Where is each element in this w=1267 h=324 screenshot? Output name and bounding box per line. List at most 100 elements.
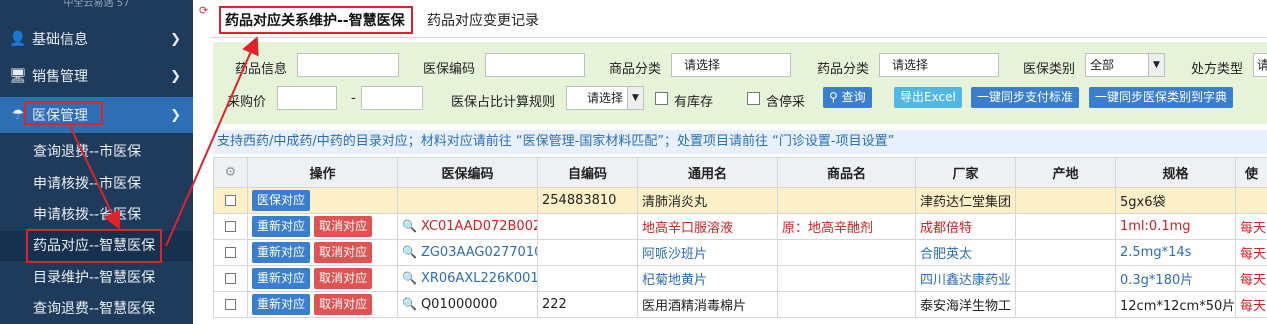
sidebar-item-basic-info[interactable]: 👤 基础信息 ❯ bbox=[0, 21, 193, 57]
ratio-rule-select[interactable]: 请选择 ▼ bbox=[566, 86, 644, 110]
prescription-type-select[interactable]: 请 bbox=[1253, 53, 1267, 77]
prescription-type-label: 处方类型 bbox=[1191, 62, 1244, 77]
sidebar-item-sales[interactable]: 🖥 销售管理 ❯ bbox=[0, 58, 193, 94]
product-category-select[interactable]: 请选择 bbox=[671, 53, 791, 77]
trade-name-cell bbox=[777, 291, 916, 318]
header-generic-name: 通用名 bbox=[637, 157, 778, 188]
table-row[interactable]: 重新对应 取消对应 🔍 XC01AAD072B002 地高辛口服溶液 原：地高辛酏剂 成都… bbox=[213, 213, 1267, 240]
remap-button[interactable]: 重新对应 bbox=[252, 242, 311, 263]
search-icon[interactable]: 🔍 bbox=[402, 297, 417, 311]
header-self-code: 自编码 bbox=[537, 157, 638, 188]
self-code-cell bbox=[537, 213, 638, 240]
origin-cell bbox=[1015, 291, 1116, 318]
trade-name-cell bbox=[777, 239, 916, 266]
drug-mapping-table: ⚙ 操作 医保编码 自编码 通用名 商品名 厂家 产地 规格 使 医保对应 254… bbox=[213, 157, 1267, 318]
insurance-code-cell bbox=[397, 187, 538, 214]
select-value: 请 bbox=[1257, 58, 1267, 72]
sync-payment-button[interactable]: 一键同步支付标准 bbox=[971, 87, 1080, 108]
remap-button[interactable]: 重新对应 bbox=[252, 294, 311, 315]
drug-category-select[interactable]: 请选择 bbox=[879, 53, 999, 77]
sync-category-button[interactable]: 一键同步医保类别到字典 bbox=[1089, 87, 1234, 108]
select-value: 请选择 bbox=[684, 58, 721, 72]
ratio-rule-label: 医保占比计算规则 bbox=[451, 95, 556, 110]
operation-cell: 重新对应 取消对应 bbox=[247, 213, 398, 240]
annotation-box bbox=[24, 101, 103, 125]
search-icon[interactable]: 🔍 bbox=[402, 219, 417, 233]
purchase-price-label: 采购价 bbox=[227, 95, 267, 110]
insurance-type-label: 医保类别 bbox=[1023, 62, 1076, 77]
table-row[interactable]: 重新对应 取消对应 🔍 XR06AXL226K001 杞菊地黄片 四川鑫达康药业 0.3g… bbox=[213, 265, 1267, 292]
generic-name-cell: 阿哌沙班片 bbox=[637, 239, 778, 266]
table-row[interactable]: 医保对应 254883810 清肺消炎丸 津药达仁堂集团 5gx6袋 bbox=[213, 187, 1267, 214]
insurance-code-input[interactable] bbox=[485, 53, 585, 77]
self-code-cell: 222 bbox=[537, 291, 638, 318]
table-row[interactable]: 重新对应 取消对应 🔍 Q01000000 222 医用酒精消毒棉片 泰安海洋生物工 12c… bbox=[213, 291, 1267, 318]
spec-cell: 1ml:0.1mg bbox=[1115, 213, 1236, 240]
manufacturer-cell: 泰安海洋生物工 bbox=[915, 291, 1016, 318]
generic-name-cell: 杞菊地黄片 bbox=[637, 265, 778, 292]
chevron-right-icon: ❯ bbox=[170, 31, 181, 47]
sidebar: 中全云易遇 57 👤 基础信息 ❯ 🖥 销售管理 ❯ ☂ 医保管理 ❯ 查询退费… bbox=[0, 0, 193, 324]
header-spec: 规格 bbox=[1115, 157, 1236, 188]
cancel-mapping-button[interactable]: 取消对应 bbox=[314, 294, 373, 315]
sidebar-sub-refund-smart[interactable]: 查询退费--智慧医保 bbox=[0, 294, 193, 324]
insurance-code: Q01000000 bbox=[420, 297, 498, 312]
sidebar-sub-approve-province[interactable]: 申请核拨--省医保 bbox=[0, 200, 193, 230]
header-origin: 产地 bbox=[1015, 157, 1116, 188]
table-header-row: ⚙ 操作 医保编码 自编码 通用名 商品名 厂家 产地 规格 使 bbox=[213, 157, 1267, 188]
insurance-mapping-button[interactable]: 医保对应 bbox=[252, 190, 311, 211]
drug-info-label: 药品信息 bbox=[235, 62, 288, 77]
refresh-icon[interactable]: ⟳ bbox=[199, 4, 208, 17]
self-code-cell bbox=[537, 265, 638, 292]
drug-info-input[interactable] bbox=[297, 53, 399, 77]
spec-cell: 0.3g*180片 bbox=[1115, 265, 1236, 292]
user-icon: 👤 bbox=[9, 31, 27, 47]
filter-panel: 药品信息 医保编码 商品分类 请选择 药品分类 请选择 医保类别 全部 ▼ 处方… bbox=[213, 42, 1267, 124]
remap-button[interactable]: 重新对应 bbox=[252, 268, 311, 289]
row-checkbox[interactable] bbox=[225, 221, 236, 232]
cancel-mapping-button[interactable]: 取消对应 bbox=[314, 268, 373, 289]
cancel-mapping-button[interactable]: 取消对应 bbox=[314, 216, 373, 237]
in-stock-label: 有库存 bbox=[674, 95, 714, 110]
in-stock-checkbox[interactable] bbox=[655, 92, 668, 105]
dropdown-arrow-icon: ▼ bbox=[627, 87, 643, 109]
cancel-mapping-button[interactable]: 取消对应 bbox=[314, 242, 373, 263]
header-trade-name: 商品名 bbox=[777, 157, 916, 188]
export-excel-button[interactable]: 导出Excel bbox=[894, 87, 962, 108]
usage-cell: 每天 bbox=[1235, 213, 1267, 240]
price-dash: - bbox=[351, 91, 356, 106]
tab-change-log[interactable]: 药品对应变更记录 bbox=[427, 8, 539, 34]
self-code-cell: 254883810 bbox=[537, 187, 638, 214]
table-row[interactable]: 重新对应 取消对应 🔍 ZG03AAG0277010 阿哌沙班片 合肥英太 2.5mg*1… bbox=[213, 239, 1267, 266]
annotation-box bbox=[26, 229, 162, 263]
include-stopped-checkbox[interactable] bbox=[747, 92, 760, 105]
tab-divider bbox=[211, 37, 1267, 38]
price-max-input[interactable] bbox=[361, 86, 423, 110]
operation-cell: 重新对应 取消对应 bbox=[247, 239, 398, 266]
trade-name-cell bbox=[777, 187, 916, 214]
insurance-code: ZG03AAG0277010 bbox=[420, 245, 538, 260]
sidebar-sub-catalog[interactable]: 目录维护--智慧医保 bbox=[0, 263, 193, 293]
trade-name-cell bbox=[777, 265, 916, 292]
insurance-type-select[interactable]: 全部 ▼ bbox=[1085, 53, 1165, 77]
row-checkbox[interactable] bbox=[225, 247, 236, 258]
remap-button[interactable]: 重新对应 bbox=[252, 216, 311, 237]
row-checkbox[interactable] bbox=[225, 273, 236, 284]
price-min-input[interactable] bbox=[277, 86, 337, 110]
row-checkbox[interactable] bbox=[225, 299, 236, 310]
search-icon[interactable]: 🔍 bbox=[402, 245, 417, 259]
operation-cell: 医保对应 bbox=[247, 187, 398, 214]
row-checkbox[interactable] bbox=[225, 195, 236, 206]
query-button[interactable]: ⚲ 查询 bbox=[823, 87, 872, 108]
operation-cell: 重新对应 取消对应 bbox=[247, 265, 398, 292]
generic-name-cell: 清肺消炎丸 bbox=[637, 187, 778, 214]
trade-name-cell: 原：地高辛酏剂 bbox=[777, 213, 916, 240]
sidebar-sub-refund-city[interactable]: 查询退费--市医保 bbox=[0, 137, 193, 167]
sidebar-sub-approve-city[interactable]: 申请核拨--市医保 bbox=[0, 169, 193, 199]
sidebar-store-name: 中全云易遇 57 bbox=[63, 0, 130, 9]
insurance-code: XR06AXL226K001 bbox=[420, 271, 538, 286]
settings-gear-icon[interactable]: ⚙ bbox=[213, 157, 248, 188]
search-icon[interactable]: 🔍 bbox=[402, 271, 417, 285]
spec-cell: 5gx6袋 bbox=[1115, 187, 1236, 214]
header-manufacturer: 厂家 bbox=[915, 157, 1016, 188]
